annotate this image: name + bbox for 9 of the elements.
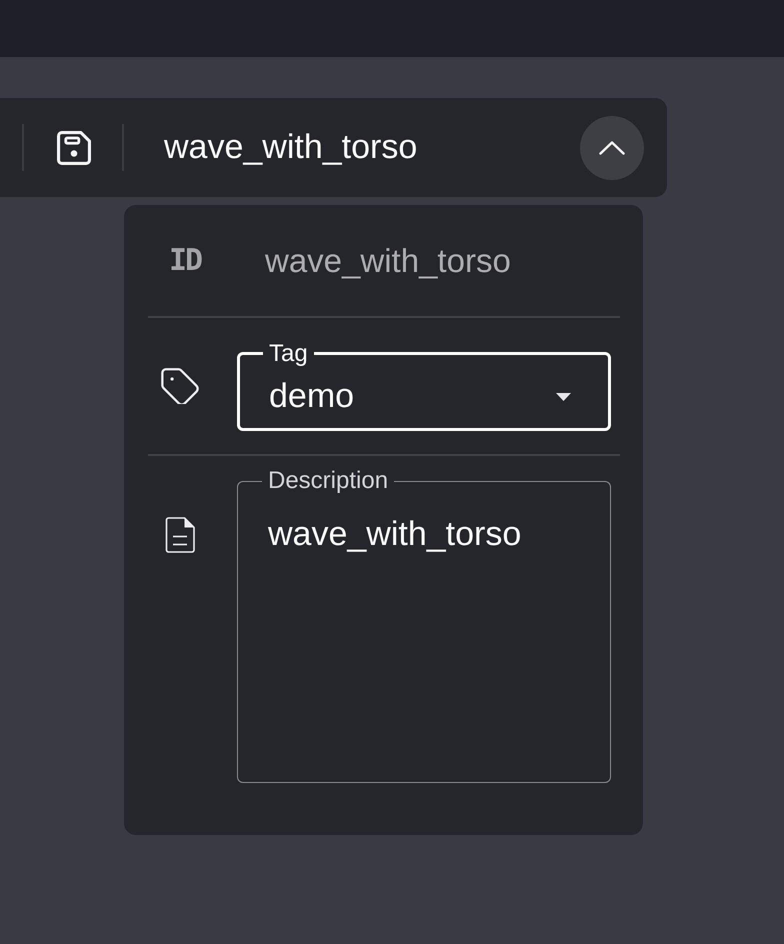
save-icon[interactable] xyxy=(57,130,91,164)
tag-select[interactable]: Tag demo xyxy=(237,342,611,430)
description-field[interactable]: Description wave_with_torso xyxy=(237,469,611,783)
document-icon xyxy=(165,517,195,553)
tag-icon xyxy=(161,368,199,404)
caret-icon xyxy=(556,392,571,400)
file-name: wave_with_torso xyxy=(164,128,418,167)
id-value: wave_with_torso xyxy=(265,242,511,280)
id-icon: ID xyxy=(168,246,202,276)
